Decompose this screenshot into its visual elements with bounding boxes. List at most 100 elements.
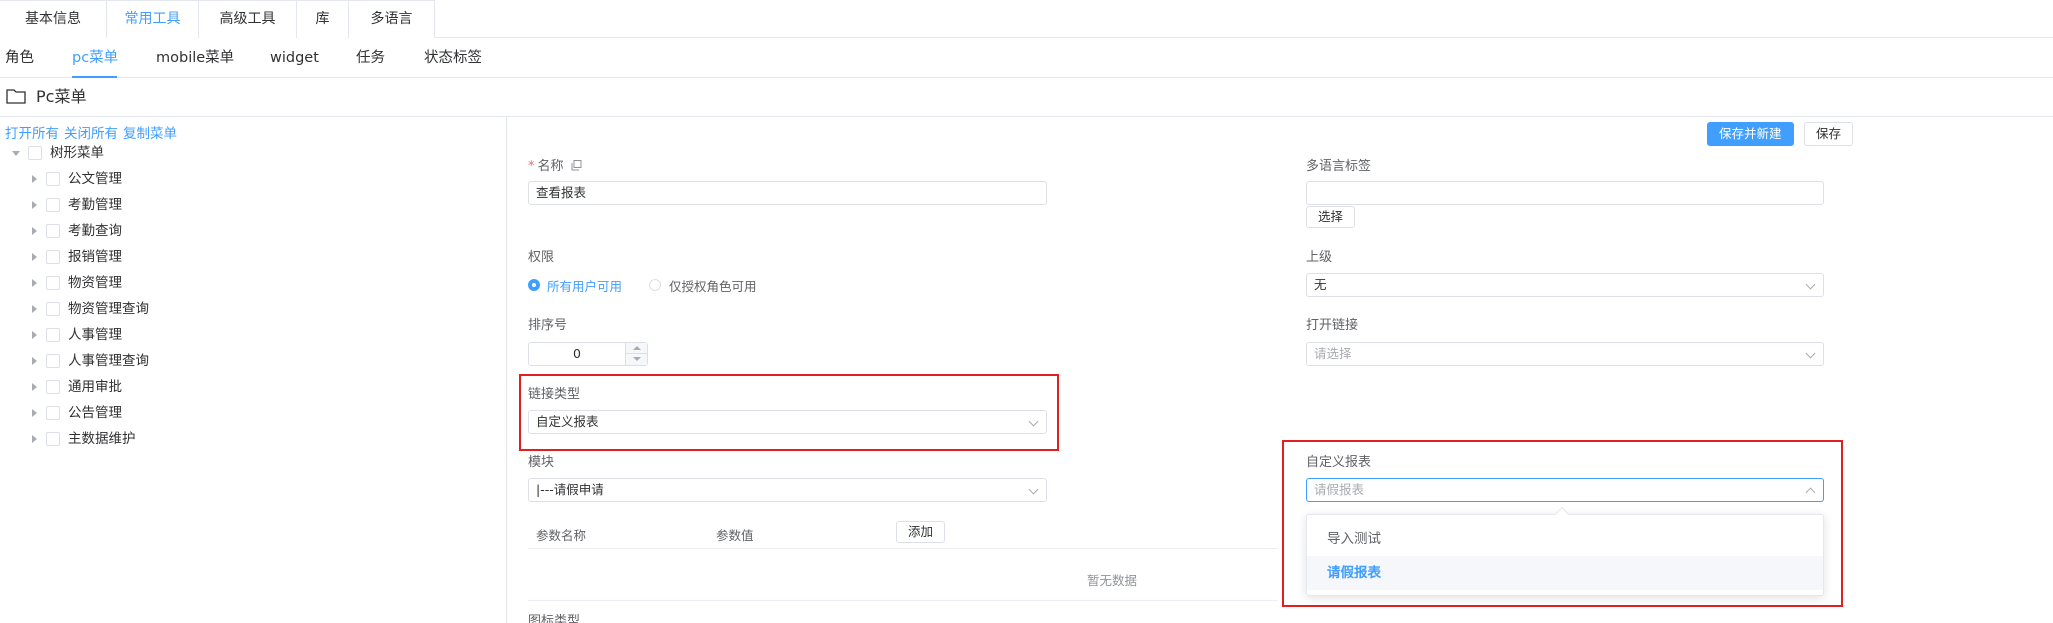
- empty-table-text: 暂无数据: [1087, 573, 1138, 588]
- name-label-text: 名称: [537, 159, 564, 174]
- top-tab-bar: 基本信息 常用工具 高级工具 库 多语言: [0, 0, 2053, 38]
- radio-authorized-roles[interactable]: [649, 279, 661, 291]
- copy-icon[interactable]: [571, 160, 582, 171]
- tree-node-label: 物资管理: [68, 275, 122, 291]
- tree-node-item[interactable]: 通用审批: [0, 377, 300, 397]
- tab-widget[interactable]: widget: [270, 38, 319, 78]
- chevron-down-icon: [1805, 348, 1816, 359]
- folder-icon: [6, 89, 26, 104]
- caret-right-icon[interactable]: [32, 409, 37, 417]
- name-input[interactable]: 查看报表: [528, 181, 1047, 205]
- open-link-label: 打开链接: [1306, 318, 1359, 333]
- caret-down-icon[interactable]: [12, 151, 20, 156]
- tree-node-item[interactable]: 报销管理: [0, 247, 300, 267]
- tree-node-item[interactable]: 人事管理查询: [0, 351, 300, 371]
- order-label: 排序号: [528, 318, 568, 333]
- tab-role[interactable]: 角色: [5, 38, 34, 78]
- tree-root[interactable]: 树形菜单: [0, 143, 300, 163]
- expand-all-link[interactable]: 打开所有: [5, 126, 59, 142]
- tab-pc-menu[interactable]: pc菜单: [72, 38, 118, 78]
- tree-node-item[interactable]: 公告管理: [0, 403, 300, 423]
- order-value[interactable]: 0: [529, 343, 625, 365]
- save-and-new-button[interactable]: 保存并新建: [1707, 122, 1794, 146]
- caret-right-icon[interactable]: [32, 305, 37, 313]
- copy-menu-link[interactable]: 复制菜单: [123, 126, 177, 142]
- tab-task[interactable]: 任务: [356, 38, 385, 78]
- choose-button[interactable]: 选择: [1306, 206, 1356, 228]
- module-label: 模块: [528, 455, 555, 470]
- tree-root-label: 树形菜单: [50, 145, 104, 161]
- tree-node-item[interactable]: 人事管理: [0, 325, 300, 345]
- increment-button[interactable]: [626, 343, 648, 354]
- tree-node-label: 公告管理: [68, 405, 122, 421]
- caret-right-icon[interactable]: [32, 175, 37, 183]
- param-name-header: 参数名称: [536, 528, 587, 543]
- tree-node-label: 考勤管理: [68, 197, 122, 213]
- caret-right-icon[interactable]: [32, 279, 37, 287]
- open-link-select[interactable]: 请选择: [1306, 342, 1824, 366]
- caret-right-icon[interactable]: [32, 227, 37, 235]
- tree-checkbox[interactable]: [46, 380, 60, 394]
- tree-checkbox[interactable]: [46, 432, 60, 446]
- tree-node-label: 人事管理查询: [68, 353, 149, 369]
- required-mark: *: [528, 159, 535, 174]
- tab-library[interactable]: 库: [297, 0, 349, 38]
- tree-node-item[interactable]: 考勤查询: [0, 221, 300, 241]
- parent-label: 上级: [1306, 250, 1333, 265]
- highlight-box-custom-report: [1282, 440, 1843, 607]
- tree-checkbox[interactable]: [28, 146, 42, 160]
- tab-mobile-menu[interactable]: mobile菜单: [156, 38, 234, 78]
- collapse-all-link[interactable]: 关闭所有: [64, 126, 118, 142]
- tree-node-label: 报销管理: [68, 249, 122, 265]
- sub-tab-bar: 角色 pc菜单 mobile菜单 widget 任务 状态标签: [0, 38, 2053, 78]
- tree-checkbox[interactable]: [46, 250, 60, 264]
- tree-checkbox[interactable]: [46, 172, 60, 186]
- caret-down-icon: [633, 357, 641, 361]
- active-tab-indicator: [72, 76, 117, 78]
- tab-i18n[interactable]: 多语言: [349, 0, 435, 38]
- caret-right-icon[interactable]: [32, 435, 37, 443]
- tree-node-label: 人事管理: [68, 327, 122, 343]
- tab-status-tag[interactable]: 状态标签: [424, 38, 482, 78]
- caret-right-icon[interactable]: [32, 383, 37, 391]
- tree-checkbox[interactable]: [46, 328, 60, 342]
- order-stepper[interactable]: 0: [528, 342, 648, 366]
- tree-checkbox[interactable]: [46, 354, 60, 368]
- tree-checkbox[interactable]: [46, 198, 60, 212]
- caret-right-icon[interactable]: [32, 201, 37, 209]
- radio-all-users-label[interactable]: 所有用户可用: [547, 276, 622, 295]
- tab-advanced-tools[interactable]: 高级工具: [199, 0, 297, 38]
- tree-node-item[interactable]: 物资管理: [0, 273, 300, 293]
- module-value: |---请假申请: [536, 482, 604, 497]
- name-label: * 名称: [528, 155, 582, 174]
- radio-authorized-roles-label[interactable]: 仅授权角色可用: [669, 276, 757, 295]
- tree-node-item[interactable]: 公文管理: [0, 169, 300, 189]
- tree-node-label: 公文管理: [68, 171, 122, 187]
- decrement-button[interactable]: [626, 354, 648, 365]
- tree-node-item[interactable]: 考勤管理: [0, 195, 300, 215]
- tree-node-label: 考勤查询: [68, 223, 122, 239]
- tree-node-item[interactable]: 物资管理查询: [0, 299, 300, 319]
- tree-checkbox[interactable]: [46, 406, 60, 420]
- parent-select-value: 无: [1314, 277, 1327, 292]
- i18n-input[interactable]: [1306, 181, 1824, 205]
- parent-select[interactable]: 无: [1306, 273, 1824, 297]
- tree-checkbox[interactable]: [46, 302, 60, 316]
- permission-label: 权限: [528, 250, 555, 265]
- save-button[interactable]: 保存: [1804, 122, 1854, 146]
- add-param-button[interactable]: 添加: [896, 521, 946, 543]
- caret-right-icon[interactable]: [32, 357, 37, 365]
- tab-basic-info[interactable]: 基本信息: [0, 0, 107, 38]
- tree-checkbox[interactable]: [46, 224, 60, 238]
- tree-checkbox[interactable]: [46, 276, 60, 290]
- section-title: Pc菜单: [36, 87, 87, 106]
- tree-actions: 打开所有 关闭所有 复制菜单: [5, 122, 182, 142]
- caret-right-icon[interactable]: [32, 253, 37, 261]
- tab-common-tools[interactable]: 常用工具: [107, 0, 199, 38]
- tree-node-label: 通用审批: [68, 379, 122, 395]
- caret-right-icon[interactable]: [32, 331, 37, 339]
- module-select[interactable]: |---请假申请: [528, 478, 1047, 502]
- tree-node-item[interactable]: 主数据维护: [0, 429, 300, 449]
- radio-all-users[interactable]: [528, 279, 540, 291]
- icon-type-label: 图标类型: [528, 614, 581, 623]
